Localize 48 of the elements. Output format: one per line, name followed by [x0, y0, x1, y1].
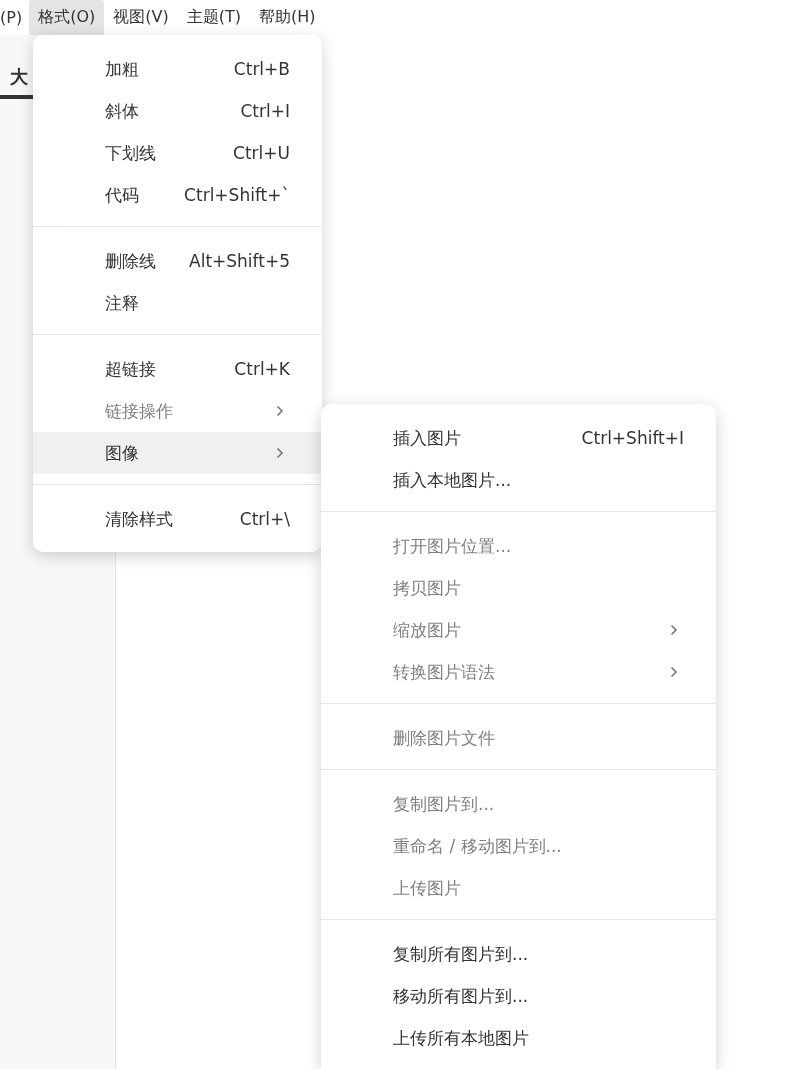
menu-item-label: 下划线 — [105, 141, 157, 165]
menu-item[interactable]: 插入本地图片... — [321, 459, 716, 501]
menu-item-label: 上传所有本地图片 — [393, 1026, 530, 1050]
menu-item-label: 加粗 — [105, 57, 140, 81]
menu-item-label: 上传图片 — [393, 876, 462, 900]
menu-item-label: 重命名 / 移动图片到... — [393, 834, 563, 858]
menu-item[interactable]: 移动所有图片到... — [321, 975, 716, 1017]
menu-item-label: 斜体 — [105, 99, 140, 123]
shortcut-label: Ctrl+\ — [239, 509, 290, 529]
menu-item-label: 超链接 — [105, 357, 157, 381]
shortcut-label: Ctrl+I — [240, 101, 290, 121]
menu-bar-item[interactable]: 帮助(H) — [249, 0, 325, 35]
menu-item[interactable]: 超链接 Ctrl+K — [33, 348, 322, 390]
menu-item[interactable]: 删除线 Alt+Shift+5 — [33, 240, 322, 282]
menu-item-label: 打开图片位置... — [393, 534, 513, 558]
menu-item-label: 删除图片文件 — [393, 726, 496, 750]
shortcut-label: Ctrl+K — [234, 359, 290, 379]
menu-item-label: 注释 — [105, 291, 140, 315]
menu-item-label: 清除样式 — [105, 507, 174, 531]
menu-item-label: 插入图片 — [393, 426, 462, 450]
menu-item[interactable]: 图像 — [33, 432, 322, 474]
menu-item-label: 代码 — [105, 183, 140, 207]
menu-item-label: 复制图片到... — [393, 792, 496, 816]
menu-item[interactable]: 清除样式 Ctrl+\ — [33, 498, 322, 540]
menu-item[interactable]: 上传所有本地图片 — [321, 1017, 716, 1059]
menu-item-label: 删除线 — [105, 249, 157, 273]
menu-item[interactable]: 代码 Ctrl+Shift+` — [33, 174, 322, 216]
shortcut-label: Ctrl+Shift+I — [581, 428, 684, 448]
shortcut-label: Ctrl+U — [233, 143, 290, 163]
menu-item-label: 移动所有图片到... — [393, 984, 530, 1008]
shortcut-label: Ctrl+Shift+` — [184, 185, 290, 205]
menu-item-label: 复制所有图片到... — [393, 942, 530, 966]
menu-item[interactable]: 注释 — [33, 282, 322, 324]
menu-item[interactable]: 复制所有图片到... — [321, 933, 716, 975]
menu-item-label: 链接操作 — [105, 399, 174, 423]
shortcut-label: Alt+Shift+5 — [189, 251, 290, 271]
menu-item-label: 拷贝图片 — [393, 576, 462, 600]
menu-item-label: 转换图片语法 — [393, 660, 496, 684]
menu-item-label: 图像 — [105, 441, 140, 465]
menu-item[interactable]: 下划线 Ctrl+U — [33, 132, 322, 174]
menu-bar-item[interactable]: 格式(O) — [29, 0, 105, 35]
menu-item-label: 缩放图片 — [393, 618, 462, 642]
menu-item[interactable]: 插入图片 Ctrl+Shift+I — [321, 417, 716, 459]
menu-bar-item[interactable]: (P) — [0, 0, 30, 35]
menu-bar-item[interactable]: 主题(T) — [177, 0, 250, 35]
shortcut-label: Ctrl+B — [233, 59, 290, 79]
menu-item-label: 插入本地图片... — [393, 468, 513, 492]
menu-bar-item[interactable]: 视图(V) — [104, 0, 178, 35]
